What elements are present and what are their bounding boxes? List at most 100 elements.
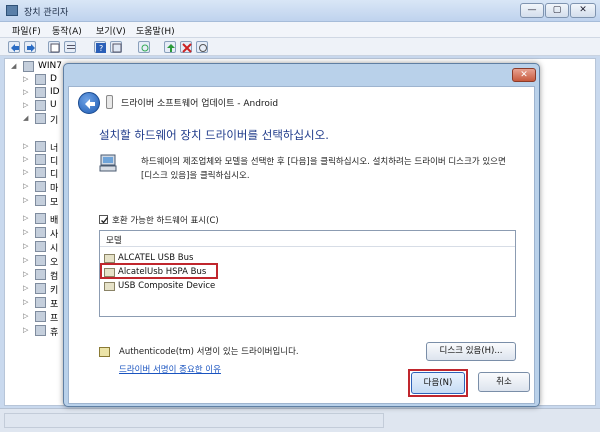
forward-arrow-icon[interactable] <box>24 41 36 53</box>
device-category-icon <box>35 283 46 294</box>
close-button[interactable]: ✕ <box>570 3 596 18</box>
expand-icon[interactable]: ▷ <box>23 271 30 278</box>
compatible-hardware-label[interactable]: 호환 가능한 하드웨어 표시(C) <box>112 214 219 226</box>
toolbar: ? <box>0 38 600 56</box>
tree-item-label: ID <box>50 87 60 97</box>
back-arrow-icon <box>85 99 95 109</box>
checkmark-icon <box>101 217 109 224</box>
certificate-icon <box>99 347 110 357</box>
signature-status-text: Authenticode(tm) 서명이 있는 드라이버입니다. <box>119 347 299 357</box>
tree-item-label: 시 <box>50 244 59 254</box>
model-label: ALCATEL USB Bus <box>118 253 194 263</box>
expand-icon[interactable]: ▷ <box>23 243 30 250</box>
main-window-title: 장치 관리자 <box>24 8 69 18</box>
model-list-item[interactable]: USB Composite Device <box>100 279 515 294</box>
expand-icon[interactable]: ▷ <box>23 327 30 334</box>
collapse-icon[interactable]: ◢ <box>23 115 30 122</box>
expand-icon[interactable]: ▷ <box>23 215 30 222</box>
device-category-icon <box>35 227 46 238</box>
status-bar <box>0 408 600 432</box>
help-icon[interactable]: ? <box>94 41 106 53</box>
scan-icon[interactable] <box>138 41 150 53</box>
next-button[interactable]: 다음(N) <box>411 372 465 394</box>
tree-item-label: 프 <box>50 314 59 324</box>
svg-text:?: ? <box>99 44 103 53</box>
device-icon <box>104 282 115 291</box>
back-arrow-icon[interactable] <box>8 41 20 53</box>
expand-icon[interactable]: ▷ <box>23 257 30 264</box>
expand-icon[interactable]: ▷ <box>23 89 30 96</box>
device-icon <box>104 254 115 263</box>
expand-icon[interactable]: ▷ <box>23 313 30 320</box>
main-titlebar: 장치 관리자 — ▢ ✕ <box>0 0 600 22</box>
properties-icon[interactable] <box>48 41 60 53</box>
menu-file[interactable]: 파일(F) <box>12 24 41 37</box>
tree-item-label: 디 <box>50 170 59 180</box>
model-label: USB Composite Device <box>118 281 216 291</box>
expand-icon[interactable]: ▷ <box>23 102 30 109</box>
expand-icon[interactable]: ▷ <box>23 299 30 306</box>
device-category-icon <box>35 241 46 252</box>
maximize-button[interactable]: ▢ <box>545 3 569 18</box>
device-category-icon <box>35 87 46 98</box>
selection-highlight-box <box>100 263 218 279</box>
device-category-icon <box>35 141 46 152</box>
list-icon[interactable] <box>64 41 76 53</box>
device-category-icon <box>35 269 46 280</box>
have-disk-button[interactable]: 디스크 있음(H)... <box>426 342 516 361</box>
device-manager-icon <box>6 5 18 16</box>
back-button[interactable] <box>78 92 100 114</box>
tree-item-label: 포 <box>50 300 59 310</box>
tree-root-label: WIN7 <box>38 61 63 71</box>
model-list-header: 모델 <box>100 231 515 247</box>
hardware-device-icon <box>99 154 117 172</box>
tree-item-label: D <box>50 74 57 84</box>
tree-item-label: 오 <box>50 258 59 268</box>
description-text: 하드웨어의 제조업체와 모델을 선택한 후 [다음]을 클릭하십시오. 설치하려… <box>141 157 506 181</box>
device-category-icon <box>35 167 46 178</box>
device-category-icon <box>35 311 46 322</box>
tree-item-label: 휴 <box>50 328 59 338</box>
dialog-close-button[interactable]: ✕ <box>512 68 536 82</box>
menu-action[interactable]: 동작(A) <box>52 24 82 37</box>
expand-icon[interactable]: ▷ <box>23 156 30 163</box>
device-category-icon <box>35 154 46 165</box>
update-driver-icon[interactable] <box>164 41 176 53</box>
expand-icon[interactable]: ▷ <box>23 76 30 83</box>
menu-view[interactable]: 보기(V) <box>96 24 126 37</box>
compatible-hardware-checkbox[interactable] <box>99 215 109 224</box>
cancel-button[interactable]: 취소 <box>478 372 530 392</box>
device-category-icon <box>35 100 46 111</box>
disable-icon[interactable] <box>196 41 208 53</box>
tree-item-label: 사 <box>50 230 59 240</box>
tree-item-label: 배 <box>50 216 59 226</box>
tree-item-label: U <box>50 100 57 110</box>
usb-device-icon <box>106 95 113 109</box>
driver-signing-link[interactable]: 드라이버 서명이 중요한 이유 <box>119 363 221 375</box>
dialog-title: 드라이버 소프트웨어 업데이트 - Android <box>121 99 279 109</box>
minimize-button[interactable]: — <box>520 3 544 18</box>
device-category-icon <box>35 181 46 192</box>
expand-icon[interactable]: ▷ <box>23 285 30 292</box>
device-category-icon <box>35 325 46 336</box>
uninstall-icon[interactable] <box>180 41 192 53</box>
menubar: 파일(F) 동작(A) 보기(V) 도움말(H) <box>0 22 600 38</box>
menu-help[interactable]: 도움말(H) <box>136 24 175 37</box>
expand-icon[interactable]: ▷ <box>23 197 30 204</box>
expand-icon[interactable]: ▷ <box>23 143 30 150</box>
view-icon[interactable] <box>110 41 122 53</box>
expand-icon[interactable]: ▷ <box>23 183 30 190</box>
device-category-icon <box>35 195 46 206</box>
model-column-header: 모델 <box>106 236 122 246</box>
device-category-icon <box>35 113 46 124</box>
tree-item-label: 모 <box>50 198 59 208</box>
tree-item-label: 키 <box>50 286 59 296</box>
expand-icon[interactable]: ▷ <box>23 229 30 236</box>
tree-item-label: 컴 <box>50 272 59 282</box>
tree-item-label: 마 <box>50 184 59 194</box>
tree-item-label: 너 <box>50 144 59 154</box>
tree-item-label: 기 <box>50 116 59 126</box>
collapse-icon[interactable]: ◢ <box>11 63 18 70</box>
expand-icon[interactable]: ▷ <box>23 169 30 176</box>
dialog-body: 드라이버 소프트웨어 업데이트 - Android 설치할 하드웨어 장치 드라… <box>68 86 535 404</box>
